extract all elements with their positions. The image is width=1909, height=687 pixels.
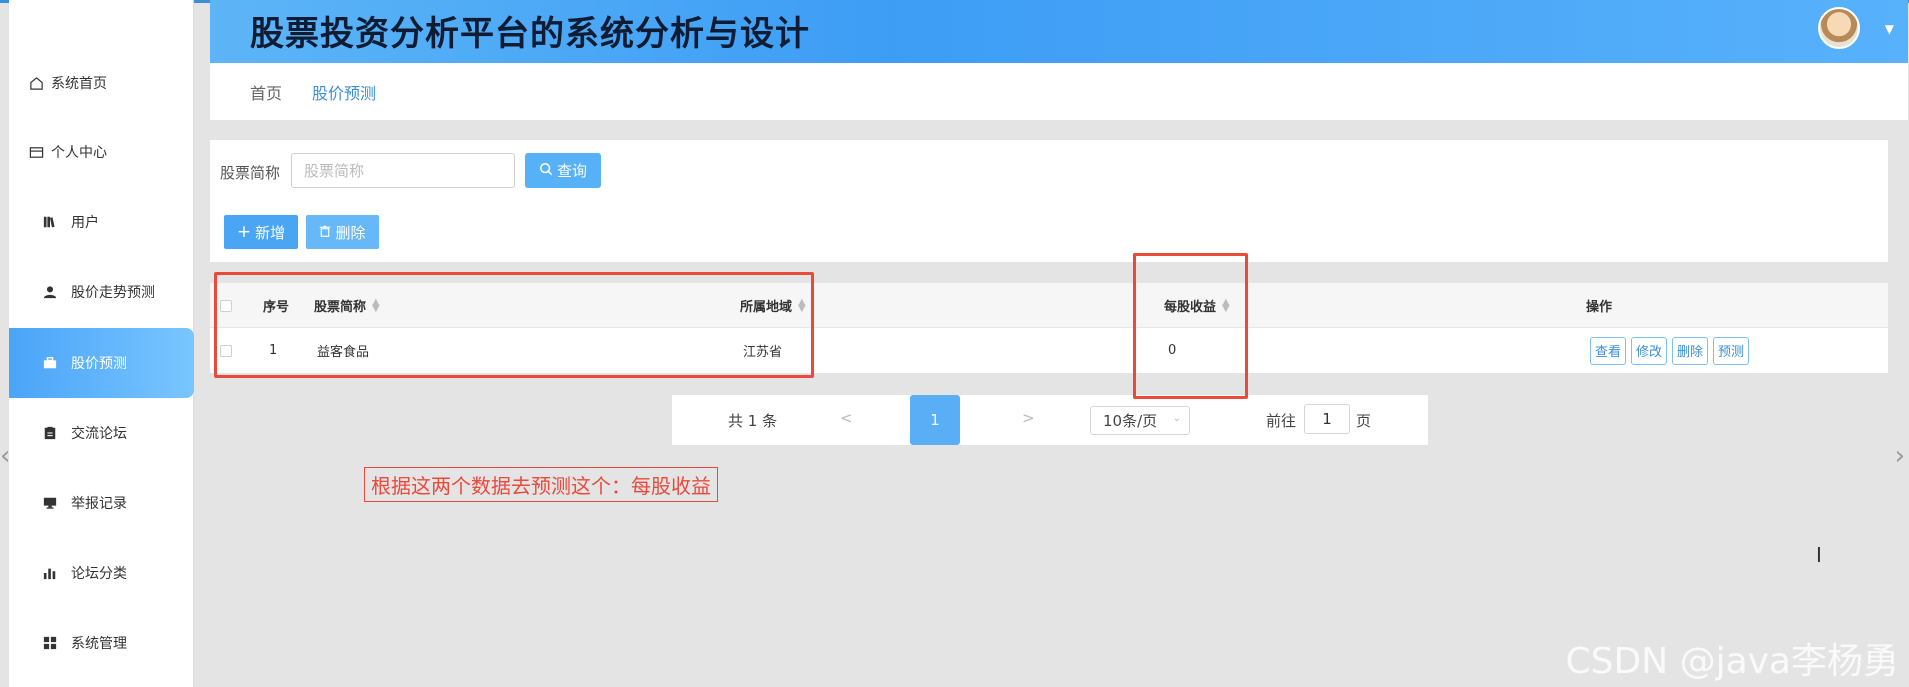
select-all-checkbox[interactable] <box>220 283 232 328</box>
grid-icon <box>41 634 59 652</box>
text-cursor-icon: I <box>1816 543 1822 567</box>
home-icon <box>27 74 45 92</box>
sidebar-item-label: 个人中心 <box>51 145 107 161</box>
add-button[interactable]: + 新增 <box>224 215 298 249</box>
cell-name: 益客食品 <box>317 345 370 360</box>
plus-icon: + <box>236 222 252 242</box>
header-eps[interactable]: 每股收益 ▲ ▼ <box>1164 283 1230 328</box>
sidebar-item-label: 系统首页 <box>51 76 107 92</box>
row-actions: 查看 修改 删除 预测 <box>1590 328 1754 373</box>
annotation-note: 根据这两个数据去预测这个：每股收益 <box>364 467 718 502</box>
chevron-down-icon: ⌄ <box>1172 413 1181 424</box>
header-region[interactable]: 所属地域 ▲ ▼ <box>740 283 806 328</box>
edit-button[interactable]: 修改 <box>1631 336 1668 365</box>
pagination: 共 1 条 < 1 > 10条/页 ⌄ 前往 页 <box>672 395 1428 445</box>
cell-index: 1 <box>269 343 278 358</box>
sidebar: 系统首页 个人中心 用户 股价走势预测 股价预测 交流论坛 举报记录 论坛分类 … <box>9 0 194 687</box>
chevron-right-icon[interactable]: › <box>1895 441 1905 471</box>
data-table: 序号 股票简称 ▲ ▼ 所属地域 ▲ ▼ 每股收益 ▲ ▼ 操作 1 益客食品 江苏省… <box>210 283 1888 373</box>
row-delete-button[interactable]: 删除 <box>1672 336 1709 365</box>
page-size-select[interactable]: 10条/页 ⌄ <box>1090 406 1190 435</box>
sidebar-item-system[interactable]: 系统管理 <box>9 608 194 678</box>
filter-panel: 股票简称 查询 + 新增 删除 <box>210 140 1888 262</box>
breadcrumb-home[interactable]: 首页 <box>250 80 282 104</box>
add-button-label: 新增 <box>255 223 286 242</box>
sidebar-item-label: 股价走势预测 <box>71 285 155 301</box>
clipboard-icon <box>41 424 59 442</box>
next-page-button[interactable]: > <box>1022 409 1035 427</box>
caret-down-icon[interactable]: ▼ <box>1885 22 1894 36</box>
delete-button-label: 删除 <box>335 223 366 242</box>
header-region-label: 所属地域 <box>740 300 793 315</box>
search-icon <box>539 162 553 180</box>
bar-chart-icon <box>41 564 59 582</box>
sidebar-item-forum[interactable]: 交流论坛 <box>9 398 194 468</box>
page-size-value: 10条/页 <box>1103 412 1158 430</box>
sidebar-item-price-forecast[interactable]: 股价预测 <box>9 328 194 398</box>
breadcrumb: 首页 股价预测 <box>210 63 1908 120</box>
sidebar-item-label: 论坛分类 <box>71 566 127 582</box>
sidebar-item-users[interactable]: 用户 <box>9 187 194 257</box>
query-button-label: 查询 <box>556 162 587 180</box>
query-button[interactable]: 查询 <box>525 153 601 188</box>
sidebar-item-forum-category[interactable]: 论坛分类 <box>9 538 194 608</box>
sidebar-item-reports[interactable]: 举报记录 <box>9 468 194 538</box>
goto-page-input[interactable] <box>1304 404 1350 434</box>
pagination-total: 共 1 条 <box>728 412 778 430</box>
delete-button[interactable]: 删除 <box>306 215 379 249</box>
sidebar-item-label: 交流论坛 <box>71 426 127 442</box>
goto-suffix: 页 <box>1356 412 1372 430</box>
chevron-left-icon[interactable]: ‹ <box>0 441 10 471</box>
sort-icon[interactable]: ▲ ▼ <box>798 297 806 313</box>
sidebar-item-label: 用户 <box>71 215 99 231</box>
header-index: 序号 <box>263 300 290 315</box>
cell-region: 江苏省 <box>743 345 783 360</box>
app-header: 股票投资分析平台的系统分析与设计 ▼ <box>210 0 1908 63</box>
goto-label: 前往 <box>1266 412 1297 430</box>
watermark: CSDN @java李杨勇 <box>1565 641 1899 682</box>
header-eps-label: 每股收益 <box>1164 300 1217 315</box>
trash-icon <box>319 223 331 241</box>
search-input[interactable] <box>291 153 515 188</box>
sidebar-item-trend-forecast[interactable]: 股价走势预测 <box>9 257 194 327</box>
breadcrumb-current[interactable]: 股价预测 <box>312 80 376 104</box>
table-row: 1 益客食品 江苏省 0 查看 修改 删除 预测 <box>210 328 1888 373</box>
page-number-current[interactable]: 1 <box>910 395 960 445</box>
prev-page-button[interactable]: < <box>840 409 853 427</box>
user-avatar[interactable] <box>1818 7 1860 49</box>
sidebar-item-label: 股价预测 <box>71 356 127 372</box>
row-checkbox[interactable] <box>220 328 232 373</box>
header-name[interactable]: 股票简称 ▲ ▼ <box>314 283 380 328</box>
sidebar-item-profile[interactable]: 个人中心 <box>9 117 194 187</box>
search-label: 股票简称 <box>220 164 281 182</box>
predict-button[interactable]: 预测 <box>1713 336 1750 365</box>
view-button[interactable]: 查看 <box>1590 336 1627 365</box>
app-title: 股票投资分析平台的系统分析与设计 <box>250 14 810 54</box>
table-header: 序号 股票简称 ▲ ▼ 所属地域 ▲ ▼ 每股收益 ▲ ▼ 操作 <box>210 283 1888 328</box>
header-actions: 操作 <box>1586 300 1613 315</box>
books-icon <box>41 213 59 231</box>
briefcase-icon <box>41 354 59 372</box>
cell-eps: 0 <box>1168 343 1177 358</box>
sort-icon[interactable]: ▲ ▼ <box>1222 297 1230 313</box>
person-icon <box>41 283 59 301</box>
header-name-label: 股票简称 <box>314 300 367 315</box>
sidebar-item-label: 系统管理 <box>71 636 127 652</box>
sidebar-item-home[interactable]: 系统首页 <box>9 48 194 118</box>
card-icon <box>27 143 45 161</box>
monitor-icon <box>41 494 59 512</box>
sidebar-item-label: 举报记录 <box>71 496 127 512</box>
sort-icon[interactable]: ▲ ▼ <box>372 297 380 313</box>
